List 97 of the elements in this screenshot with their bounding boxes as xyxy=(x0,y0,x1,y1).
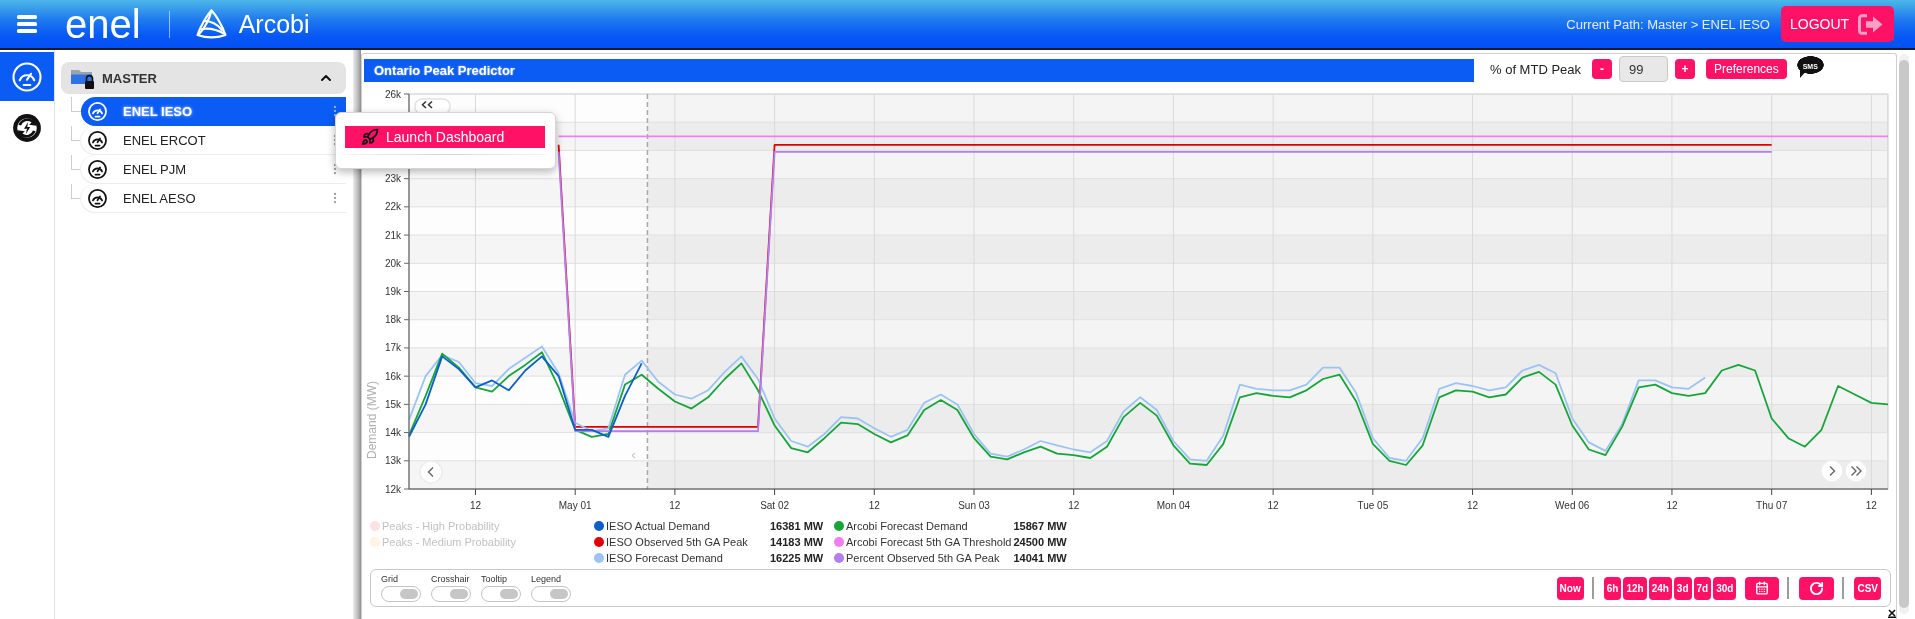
toggle-switch[interactable] xyxy=(431,586,471,602)
logout-icon xyxy=(1858,13,1884,35)
range-button[interactable]: 30d xyxy=(1713,576,1737,600)
preferences-button[interactable]: Preferences xyxy=(1706,59,1787,79)
axis-title: Demand (MW) xyxy=(365,381,379,459)
gauge-icon xyxy=(88,130,107,150)
toggle-label: Grid xyxy=(381,574,399,585)
axis-label: 22k xyxy=(384,201,401,213)
axis-label: 16k xyxy=(384,370,401,382)
chevron-right-icon xyxy=(1829,465,1836,477)
range-button[interactable]: 24h xyxy=(1648,576,1672,600)
csv-button[interactable]: CSV xyxy=(1854,576,1881,600)
calendar-icon xyxy=(1755,581,1770,595)
axis-label: 15k xyxy=(384,398,401,410)
resize-handle[interactable] xyxy=(353,50,361,619)
tree-folder[interactable]: MASTER xyxy=(61,62,346,94)
now-button[interactable]: Now xyxy=(1556,576,1584,600)
axis-label: 12 xyxy=(1865,500,1877,511)
double-chevron-left-icon xyxy=(421,100,433,109)
logo-icon xyxy=(195,9,227,39)
axis-label: Mon 04 xyxy=(1156,500,1191,511)
menu-item[interactable]: Launch Dashboard xyxy=(345,126,545,148)
logout-button[interactable]: LOGOUT xyxy=(1781,6,1894,42)
axis-label: Sun 03 xyxy=(958,500,990,511)
axis-label: Tue 05 xyxy=(1357,500,1389,511)
tree-item[interactable]: ENEL PJM xyxy=(81,155,346,184)
panel-title: Ontario Peak Predictor xyxy=(364,59,1474,82)
axis-label: 12 xyxy=(1068,500,1080,511)
gauge-icon xyxy=(12,61,42,92)
legend-label[interactable]: Percent Observed 5th GA Peak xyxy=(846,552,1012,564)
legend-value: 24500 MW xyxy=(1013,536,1067,548)
legend-value: 16225 MW xyxy=(770,552,824,564)
value-field[interactable]: 99 xyxy=(1619,56,1669,82)
axis-label: Sat 02 xyxy=(760,500,790,511)
axis-label: 18k xyxy=(384,314,401,326)
axis-label: 26k xyxy=(384,88,401,100)
field-label: % of MTD Peak xyxy=(1490,61,1582,77)
legend-value: 16381 MW xyxy=(770,520,824,532)
double-chevron-right-icon xyxy=(1850,465,1862,477)
tree-item[interactable]: ENEL IESO xyxy=(81,97,346,126)
folder-lock-icon xyxy=(71,67,95,89)
tree-item[interactable]: ENEL AESO xyxy=(81,184,346,213)
cross-icon xyxy=(1888,609,1896,618)
increment-button[interactable]: + xyxy=(1675,59,1696,79)
legend-label[interactable]: Arcobi Forecast Demand xyxy=(846,520,1012,532)
axis-label: 12 xyxy=(669,500,681,511)
lightning-circle-icon xyxy=(13,113,41,142)
gauge-icon xyxy=(88,188,107,208)
chevron-left-icon xyxy=(427,466,434,478)
gauge-icon xyxy=(88,159,107,179)
refresh-icon xyxy=(1809,580,1825,596)
axis-label: 17k xyxy=(384,342,401,354)
app-name: Arcobi xyxy=(238,9,310,39)
refresh-button[interactable] xyxy=(1799,576,1835,600)
toggle-label: Tooltip xyxy=(481,574,508,585)
axis-label: 12 xyxy=(1467,500,1479,511)
axis-label: 12 xyxy=(868,500,880,511)
current-path: Current Path: Master > ENEL IESO xyxy=(1566,16,1770,32)
toggle-switch[interactable] xyxy=(531,586,571,602)
axis-label: 19k xyxy=(384,286,401,297)
axis-label: 13k xyxy=(384,455,401,467)
toggle-switch[interactable] xyxy=(381,586,421,602)
axis-label: 21k xyxy=(384,229,401,241)
legend-label[interactable]: IESO Forecast Demand xyxy=(606,552,768,564)
range-button[interactable]: 7d xyxy=(1693,576,1712,600)
axis-label: 23k xyxy=(384,173,401,185)
toggle-label: Crosshair xyxy=(431,574,471,585)
axis-label: 12k xyxy=(384,483,401,495)
axis-label: 12 xyxy=(1666,500,1678,511)
axis-label: 14k xyxy=(384,427,401,439)
calendar-button[interactable] xyxy=(1745,576,1780,600)
range-button[interactable]: 3d xyxy=(1673,576,1692,600)
scroll-end-button[interactable] xyxy=(1844,459,1868,483)
legend-label[interactable]: Arcobi Forecast 5th GA Threshold xyxy=(846,536,1012,548)
legend-value: 15867 MW xyxy=(1013,520,1067,532)
legend-label[interactable]: IESO Actual Demand xyxy=(606,520,768,532)
range-button[interactable]: 6h xyxy=(1603,576,1622,600)
scroll-left-button[interactable] xyxy=(419,460,443,484)
range-button[interactable]: 12h xyxy=(1623,576,1647,600)
legend-value: 14041 MW xyxy=(1013,552,1067,564)
axis-label: 12 xyxy=(469,500,482,511)
toggle-label: Legend xyxy=(531,574,563,585)
axis-label: May 01 xyxy=(558,500,592,511)
menu-icon[interactable] xyxy=(17,15,37,33)
axis-label: Wed 06 xyxy=(1555,500,1590,511)
gauge-icon xyxy=(88,101,107,121)
logo-text: enel xyxy=(65,3,141,45)
decrement-button[interactable]: - xyxy=(1592,59,1613,79)
rocket-icon xyxy=(361,128,379,146)
toggle-switch[interactable] xyxy=(481,586,521,602)
axis-label: Thu 07 xyxy=(1756,500,1788,511)
axis-label: 12 xyxy=(1267,500,1279,511)
small-chevron-icon xyxy=(631,452,636,459)
legend-value: 14183 MW xyxy=(770,536,824,548)
legend-label[interactable]: IESO Observed 5th GA Peak xyxy=(606,536,768,548)
axis-label: 20k xyxy=(384,257,401,269)
scroll-right-button[interactable] xyxy=(1820,459,1844,483)
